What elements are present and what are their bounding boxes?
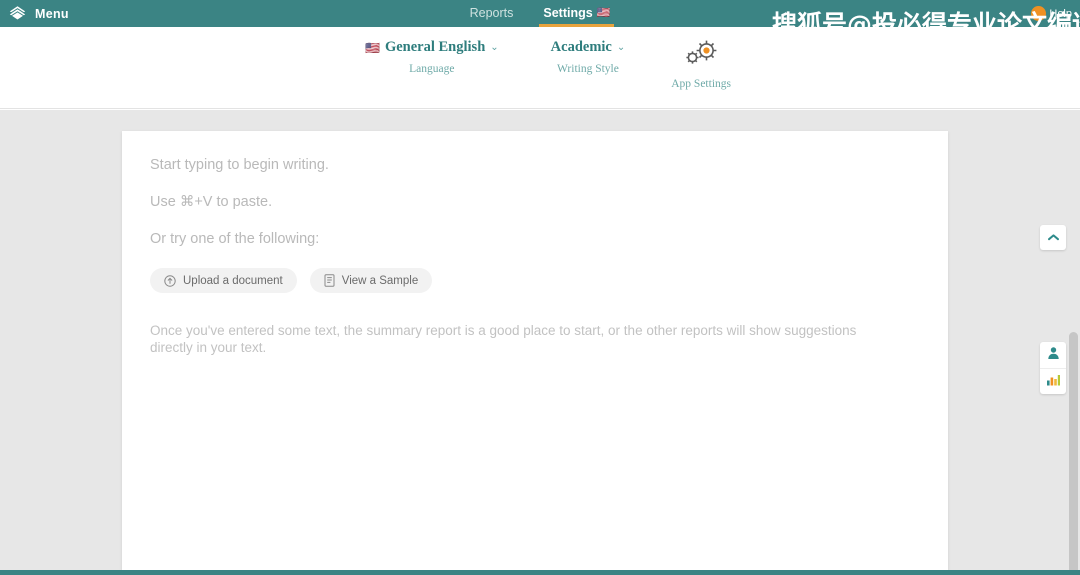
- vertical-scrollbar[interactable]: [1069, 332, 1078, 575]
- editor-hint-paragraph: Once you've entered some text, the summa…: [150, 323, 857, 355]
- gears-icon: [682, 39, 720, 71]
- nav-item-reports[interactable]: Reports: [470, 0, 514, 27]
- left-gutter: [0, 110, 122, 570]
- view-sample-button[interactable]: View a Sample: [309, 268, 433, 293]
- us-flag-icon: 🇺🇸: [596, 7, 611, 19]
- side-tab-reports[interactable]: [1040, 368, 1066, 394]
- action-button-row: Upload a document View a Sample: [150, 268, 920, 293]
- nav-item-settings[interactable]: Settings 🇺🇸: [539, 0, 615, 27]
- language-value-row[interactable]: 🇺🇸 General English ⌄: [365, 39, 499, 56]
- placeholder-line-2: Use ⌘+V to paste.: [150, 194, 273, 210]
- side-tab-group: [1040, 342, 1066, 394]
- document-icon: [324, 274, 335, 287]
- right-rail: [1040, 220, 1080, 575]
- writing-style-value-row[interactable]: Academic ⌄: [551, 39, 626, 56]
- writing-style-sublabel: Writing Style: [557, 63, 619, 75]
- writing-style-value: Academic: [550, 39, 612, 55]
- chevron-down-icon[interactable]: ⌄: [617, 42, 625, 53]
- document-canvas[interactable]: Start typing to begin writing. Use ⌘+V t…: [122, 131, 948, 570]
- us-flag-icon: 🇺🇸: [365, 40, 380, 55]
- language-value: General English: [384, 39, 486, 55]
- placeholder-line-1: Start typing to begin writing.: [150, 157, 329, 173]
- nav-label-reports: Reports: [469, 6, 514, 20]
- chevron-down-icon[interactable]: ⌄: [490, 42, 498, 53]
- upload-document-button[interactable]: Upload a document: [150, 268, 297, 293]
- watermark-text: 搜狐号@投必得专业论文编译: [772, 10, 1080, 39]
- side-tab-profile[interactable]: [1040, 342, 1066, 368]
- upload-circle-icon: [164, 274, 176, 287]
- placeholder-line-3: Or try one of the following:: [150, 231, 320, 247]
- writing-style-setting[interactable]: Academic ⌄ Writing Style: [525, 39, 652, 75]
- language-sublabel: Language: [409, 63, 455, 75]
- scrollbar-thumb[interactable]: [1069, 332, 1078, 575]
- application-window: Menu Reports Settings 🇺🇸 Help 搜狐号@投必得专业论…: [0, 0, 1080, 575]
- app-settings-button[interactable]: App Settings: [651, 39, 741, 90]
- nav-label-settings: Settings: [543, 6, 593, 20]
- bar-chart-icon: [1046, 372, 1061, 391]
- upload-document-label: Upload a document: [183, 274, 283, 287]
- language-setting[interactable]: 🇺🇸 General English ⌄ Language: [339, 39, 525, 75]
- person-icon: [1047, 346, 1060, 365]
- app-settings-sublabel: App Settings: [671, 78, 731, 90]
- editor-workspace: Start typing to begin writing. Use ⌘+V t…: [0, 110, 1080, 575]
- chevron-up-icon: [1047, 229, 1060, 247]
- view-sample-label: View a Sample: [341, 274, 419, 287]
- collapse-panel-button[interactable]: [1040, 225, 1066, 250]
- bottom-bar: [0, 570, 1080, 575]
